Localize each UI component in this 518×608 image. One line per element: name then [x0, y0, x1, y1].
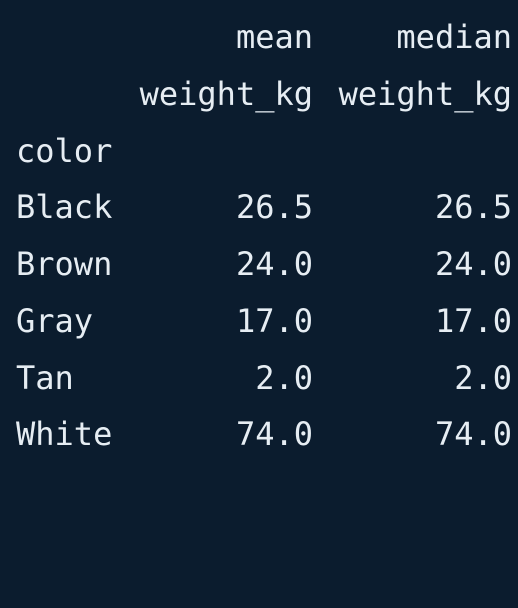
- median-value: 26.5: [434, 188, 512, 226]
- mean-value: 2.0: [255, 359, 313, 397]
- header-row-stat: mean median: [0, 17, 518, 57]
- header-weight-kg-median: weight_kg: [338, 75, 512, 113]
- row-label: Black: [16, 188, 113, 226]
- index-name-row: color: [0, 131, 518, 171]
- dataframe-output: mean median weight_kg weight_kg color Bl…: [0, 0, 518, 464]
- header-median: median: [396, 18, 512, 56]
- table-row: Black 26.5 26.5: [0, 187, 518, 227]
- table-row: Brown 24.0 24.0: [0, 244, 518, 284]
- median-value: 74.0: [434, 415, 512, 453]
- table-row: Gray 17.0 17.0: [0, 301, 518, 341]
- header-mean: mean: [235, 18, 313, 56]
- mean-value: 24.0: [235, 245, 313, 283]
- header-weight-kg-mean: weight_kg: [139, 75, 313, 113]
- table-row: White 74.0 74.0: [0, 414, 518, 454]
- mean-value: 17.0: [235, 302, 313, 340]
- median-value: 24.0: [434, 245, 512, 283]
- row-label: Tan: [16, 359, 74, 397]
- row-label: Brown: [16, 245, 113, 283]
- header-row-column: weight_kg weight_kg: [0, 74, 518, 114]
- median-value: 2.0: [454, 359, 512, 397]
- mean-value: 74.0: [235, 415, 313, 453]
- row-label: Gray: [16, 302, 94, 340]
- table-row: Tan 2.0 2.0: [0, 358, 518, 398]
- mean-value: 26.5: [235, 188, 313, 226]
- index-name: color: [16, 132, 113, 170]
- row-label: White: [16, 415, 113, 453]
- median-value: 17.0: [434, 302, 512, 340]
